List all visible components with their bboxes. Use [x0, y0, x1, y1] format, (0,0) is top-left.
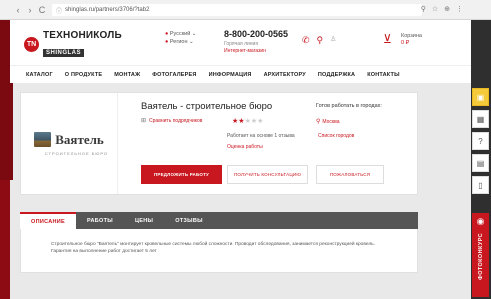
search-icon[interactable]: ⚲	[317, 35, 324, 46]
tab-description[interactable]: ОПИСАНИЕ	[20, 212, 76, 229]
rating-stars: ★★★★★	[232, 117, 263, 125]
compare-label: Сравнить подрядчиков	[149, 118, 203, 124]
nav-item-support[interactable]: ПОДДЕРЖКА	[318, 72, 355, 78]
header-icons: ✆ ⚲ ♙	[302, 35, 336, 46]
star-icon[interactable]: ☆	[432, 5, 438, 13]
rating-link[interactable]: Оценка работы	[227, 144, 263, 150]
brand-name: ТЕХНОНИКОЛЬ	[43, 30, 122, 41]
brand-sub: SHINGLAS	[43, 49, 85, 57]
nav-item-gallery[interactable]: ФОТОГАЛЕРЕЯ	[152, 72, 196, 78]
site-header: TN ТЕХНОНИКОЛЬ SHINGLAS ● Русский ⌄ ● Ре…	[10, 20, 471, 65]
star-icon: ★	[257, 118, 264, 125]
photo-contest-label: ФОТОКОНКУРС	[477, 233, 484, 280]
cart-summary[interactable]: Корзина 0 ₽	[401, 33, 422, 47]
cart-label: Корзина	[401, 33, 422, 39]
region-label: Регион	[169, 39, 188, 45]
mobile-icon[interactable]: ▯	[472, 176, 489, 194]
phone-caption: Горячая линия	[224, 41, 259, 47]
user-icon[interactable]: ♙	[330, 35, 336, 46]
partner-logo: Ваятель СТРОИТЕЛЬНОЕ БЮРО	[21, 93, 118, 194]
reload-icon[interactable]: C	[38, 5, 46, 15]
bag-icon[interactable]: ▣	[472, 88, 489, 106]
search-icon[interactable]: ⚲	[421, 5, 426, 13]
nav-item-info[interactable]: ИНФОРМАЦИЯ	[209, 72, 252, 78]
url-text: shinglas.ru/partners/3706/?tab2	[65, 7, 150, 13]
phone-icon[interactable]: ✆	[302, 35, 310, 46]
cart-sum: 0 ₽	[401, 40, 410, 46]
side-toolbar: ▣ ▦ ? ▤ ▯	[472, 88, 489, 194]
browser-toolbar: ‹ › C ⓘ shinglas.ru/partners/3706/?tab2 …	[0, 0, 491, 20]
consultation-button[interactable]: ПОЛУЧИТЬ КОНСУЛЬТАЦИЮ	[227, 165, 308, 184]
grid-icon[interactable]: ▦	[472, 110, 489, 128]
compare-icon: ⊞	[141, 118, 147, 124]
logo-mark-icon: TN	[24, 37, 39, 52]
menu-icon[interactable]: ⋮	[456, 5, 463, 13]
region-selector[interactable]: ● Русский ⌄ ● Регион ⌄	[165, 30, 196, 46]
offer-work-button[interactable]: ПРЕДЛОЖИТЬ РАБОТУ	[141, 165, 222, 184]
works-city[interactable]: ⚲ Москва	[316, 118, 339, 125]
reviews-info: Работает на основе 1 отзыва	[227, 133, 295, 139]
partner-title: Ваятель - строительное бюро	[141, 101, 273, 112]
photo-contest-tab[interactable]: ◉ ФОТОКОНКУРС	[472, 213, 489, 297]
shop-link[interactable]: Интернет-магазин	[224, 48, 288, 54]
cities-list-link[interactable]: Список городов	[318, 133, 354, 139]
compare-link[interactable]: ⊞ Сравнить подрядчиков	[141, 117, 202, 124]
tab-bar: ОПИСАНИЕ РАБОТЫ ЦЕНЫ ОТЗЫВЫ	[20, 212, 418, 229]
pin-icon: ●	[165, 39, 169, 45]
tab-prices[interactable]: ЦЕНЫ	[124, 212, 164, 229]
nav-item-architect[interactable]: АРХИТЕКТОРУ	[264, 72, 306, 78]
lock-icon: ⓘ	[56, 8, 63, 15]
extension-icon[interactable]: ⊕	[444, 5, 450, 13]
works-title: Готов работать в городах:	[316, 103, 382, 109]
partner-emblem-icon	[34, 132, 52, 147]
globe-icon: ●	[165, 31, 169, 37]
partner-card: Ваятель СТРОИТЕЛЬНОЕ БЮРО Ваятель - стро…	[20, 92, 418, 195]
help-icon[interactable]: ?	[472, 132, 489, 150]
nav-item-contacts[interactable]: КОНТАКТЫ	[367, 72, 399, 78]
site-logo[interactable]: TN ТЕХНОНИКОЛЬ SHINGLAS	[24, 30, 122, 59]
browser-tools: ⚲ ☆ ⊕ ⋮	[421, 5, 463, 13]
nav-item-catalog[interactable]: КАТАЛОГ	[26, 72, 53, 78]
document-icon[interactable]: ▤	[472, 154, 489, 172]
nav-item-about[interactable]: О ПРОДУКТЕ	[65, 72, 103, 78]
main-nav: КАТАЛОГ О ПРОДУКТЕ МОНТАЖ ФОТОГАЛЕРЕЯ ИН…	[10, 65, 471, 83]
address-bar[interactable]: ⓘ shinglas.ru/partners/3706/?tab2	[52, 4, 422, 16]
language-label: Русский	[169, 31, 191, 37]
forward-icon[interactable]: ›	[26, 5, 34, 15]
cart-icon[interactable]: ⊻	[383, 32, 392, 46]
tab-works[interactable]: РАБОТЫ	[76, 212, 124, 229]
camera-icon: ◉	[476, 216, 485, 226]
partner-logo-sub: СТРОИТЕЛЬНОЕ БЮРО	[44, 150, 109, 156]
pin-icon: ⚲	[316, 119, 321, 125]
phone-block: 8-800-200-0565 Горячая линия Интернет-ма…	[224, 29, 288, 54]
back-icon[interactable]: ‹	[14, 5, 22, 15]
complain-button[interactable]: ПОЖАЛОВАТЬСЯ	[316, 165, 384, 184]
nav-item-install[interactable]: МОНТАЖ	[114, 72, 140, 78]
tab-reviews[interactable]: ОТЗЫВЫ	[164, 212, 214, 229]
works-city-label: Москва	[322, 119, 340, 125]
partner-logo-name: Ваятель	[55, 131, 104, 147]
description-text: Строительное бюро "Ваятель" монтирует кр…	[20, 229, 418, 273]
phone-number[interactable]: 8-800-200-0565	[224, 29, 288, 39]
